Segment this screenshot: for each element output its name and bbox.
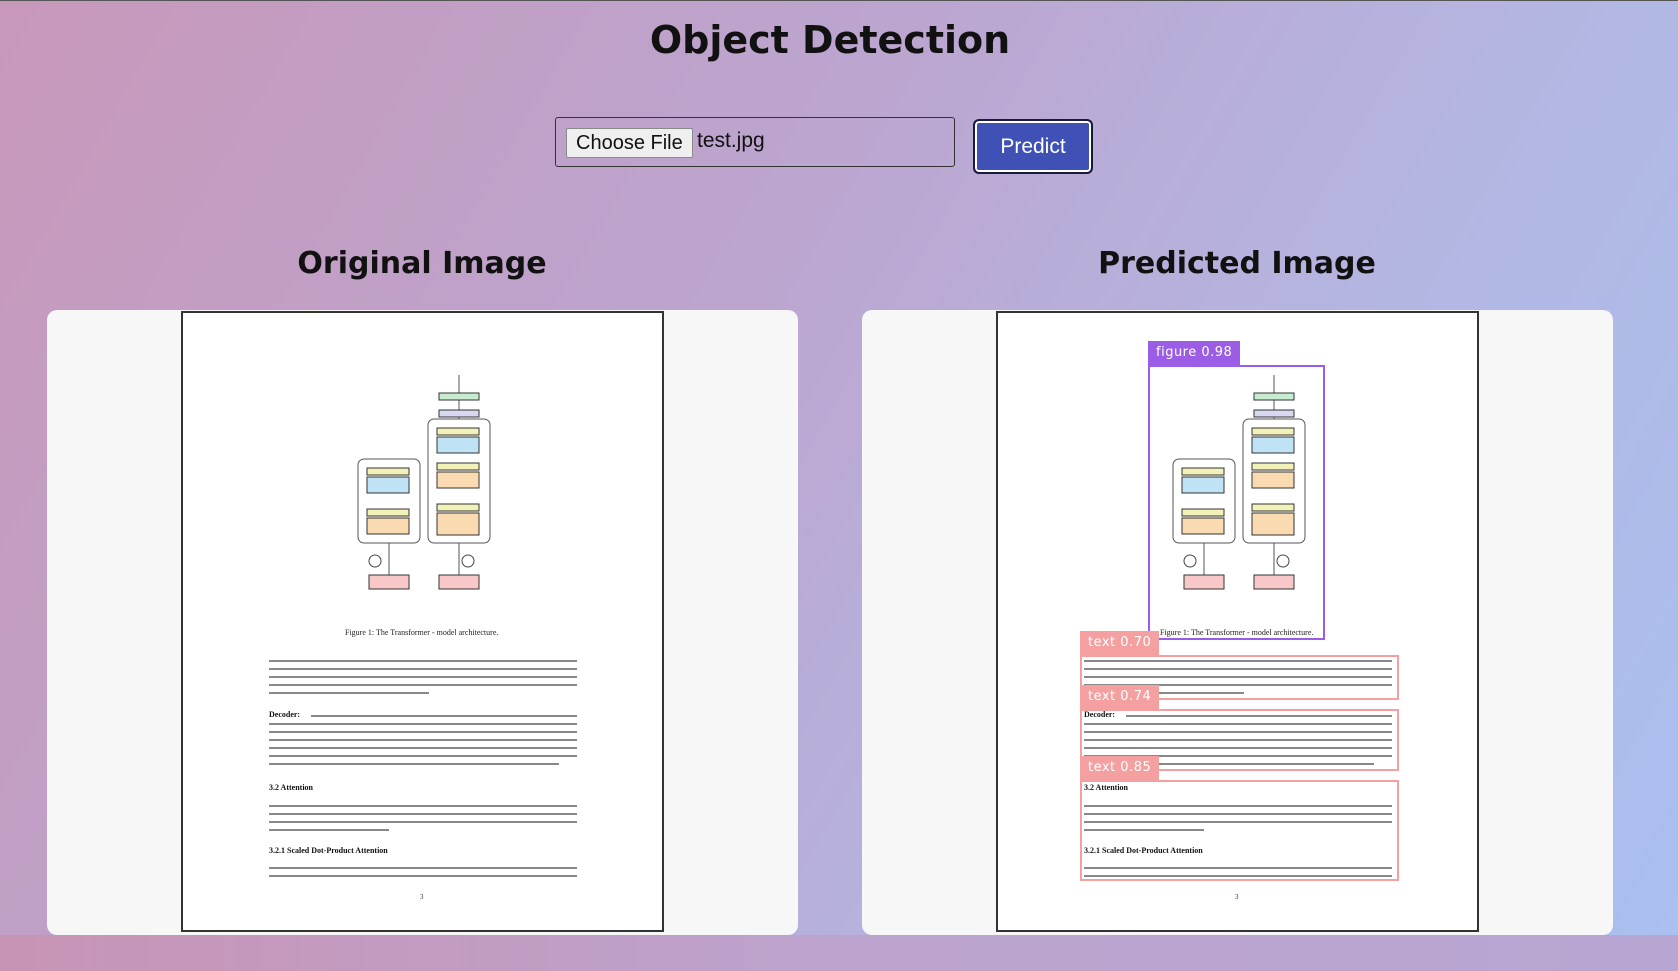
transformer-diagram	[357, 375, 491, 590]
detection-label-figure: figure 0.98	[1148, 341, 1241, 365]
subsection-heading: 3.2.1 Scaled Dot-Product Attention	[269, 846, 388, 855]
original-image-card: Figure 1: The Transformer - model archit…	[47, 310, 798, 935]
page-number: 3	[420, 893, 424, 901]
detection-label-text: text 0.74	[1080, 685, 1160, 709]
detection-box-figure	[1148, 365, 1325, 640]
figure-caption: Figure 1: The Transformer - model archit…	[345, 628, 499, 637]
original-document-image: Figure 1: The Transformer - model archit…	[181, 311, 664, 932]
predict-button[interactable]: Predict	[973, 119, 1093, 174]
predicted-document-image: Figure 1: The Transformer - model archit…	[996, 311, 1479, 932]
detection-label-text: text 0.70	[1080, 631, 1160, 655]
window-top-border	[0, 0, 1678, 1]
detection-box-text	[1080, 780, 1399, 881]
selected-file-name: test.jpg	[697, 129, 765, 152]
original-image-title: Original Image	[297, 246, 547, 281]
decoder-heading: Decoder:	[269, 710, 301, 719]
predicted-image-title: Predicted Image	[1098, 246, 1376, 281]
section-heading: 3.2 Attention	[269, 783, 313, 792]
page-footer-strip	[0, 935, 1678, 971]
page-title: Object Detection	[649, 18, 1011, 62]
choose-file-button[interactable]: Choose File	[566, 128, 693, 158]
file-input[interactable]: Choose File test.jpg	[555, 117, 955, 167]
detection-label-text: text 0.85	[1080, 756, 1160, 780]
page-number: 3	[1235, 893, 1239, 901]
predicted-image-card: Figure 1: The Transformer - model archit…	[862, 310, 1613, 935]
